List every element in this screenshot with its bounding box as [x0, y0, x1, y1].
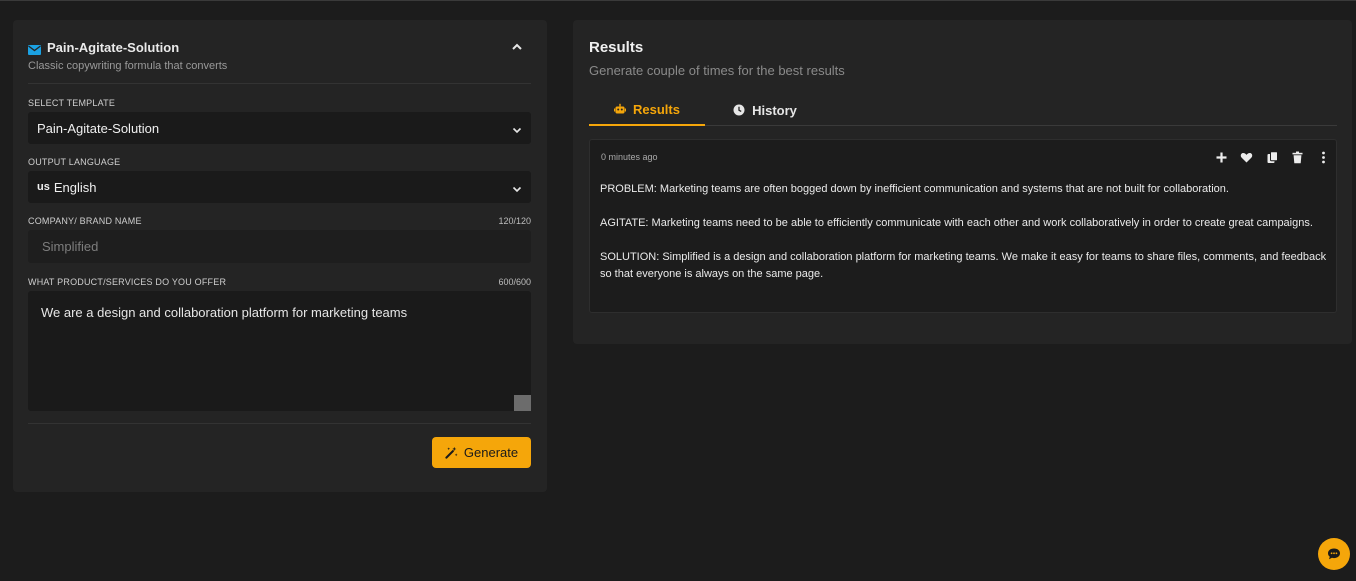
- top-divider: [0, 0, 1356, 1]
- chat-support-button[interactable]: [1318, 538, 1350, 570]
- product-textarea-value: We are a design and collaboration platfo…: [41, 305, 408, 320]
- generate-button[interactable]: Generate: [432, 437, 531, 468]
- textarea-resize-handle[interactable]: [514, 395, 531, 411]
- plus-icon[interactable]: [1214, 150, 1228, 164]
- template-label: SELECT TEMPLATE: [28, 98, 116, 108]
- footer-divider: [28, 423, 531, 424]
- trash-icon[interactable]: [1291, 150, 1305, 164]
- brand-name-counter: 120/120: [498, 216, 531, 226]
- brand-name-input[interactable]: Simplified: [28, 230, 531, 263]
- product-counter: 600/600: [498, 277, 531, 287]
- more-vertical-icon[interactable]: [1316, 150, 1330, 164]
- result-card: 0 minutes ago PROBLEM: Marketing teams a…: [589, 139, 1337, 313]
- tab-history[interactable]: History: [715, 94, 815, 126]
- magic-wand-icon: [445, 446, 458, 459]
- tab-history-label: History: [752, 102, 797, 118]
- form-header: Pain-Agitate-Solution Classic copywritin…: [28, 39, 531, 72]
- brand-name-placeholder: Simplified: [42, 239, 99, 254]
- result-actions: [1203, 150, 1331, 164]
- collapse-chevron-up-icon[interactable]: [511, 40, 523, 52]
- template-form-panel: Pain-Agitate-Solution Classic copywritin…: [13, 20, 547, 492]
- clock-icon: [733, 104, 745, 116]
- results-tabs: Results History: [589, 94, 1337, 126]
- language-label: OUTPUT LANGUAGE: [28, 157, 121, 167]
- brand-name-label: COMPANY/ BRAND NAME: [28, 216, 142, 226]
- results-subtitle: Generate couple of times for the best re…: [589, 63, 845, 78]
- chevron-down-icon: [512, 182, 522, 193]
- result-timestamp: 0 minutes ago: [601, 152, 658, 162]
- language-select[interactable]: us English: [28, 171, 531, 203]
- robot-icon: [614, 103, 627, 114]
- result-text: PROBLEM: Marketing teams are often bogge…: [600, 181, 1330, 300]
- form-subtitle: Classic copywriting formula that convert…: [28, 60, 228, 72]
- tab-results[interactable]: Results: [589, 94, 705, 126]
- result-paragraph-solution: SOLUTION: Simplified is a design and col…: [600, 251, 1327, 280]
- form-title: Pain-Agitate-Solution: [47, 39, 180, 55]
- product-textarea[interactable]: We are a design and collaboration platfo…: [28, 291, 531, 411]
- generate-label: Generate: [463, 445, 519, 460]
- template-select-value: Pain-Agitate-Solution: [37, 120, 160, 136]
- header-divider: [28, 83, 531, 84]
- result-paragraph-problem: PROBLEM: Marketing teams are often bogge…: [600, 183, 1229, 195]
- chevron-down-icon: [512, 123, 522, 134]
- product-label: WHAT PRODUCT/SERVICES DO YOU OFFER: [28, 277, 227, 287]
- heart-icon[interactable]: [1240, 150, 1254, 164]
- template-select[interactable]: Pain-Agitate-Solution: [28, 112, 531, 144]
- language-select-value: English: [53, 179, 97, 195]
- results-panel: Results Generate couple of times for the…: [573, 20, 1352, 344]
- result-paragraph-agitate: AGITATE: Marketing teams need to be able…: [600, 217, 1313, 229]
- results-title: Results: [589, 39, 644, 56]
- mail-icon: [28, 42, 41, 55]
- tab-results-label: Results: [633, 101, 680, 117]
- copy-icon[interactable]: [1265, 150, 1279, 164]
- chat-icon: [1328, 548, 1340, 560]
- us-flag-icon: us: [37, 181, 50, 193]
